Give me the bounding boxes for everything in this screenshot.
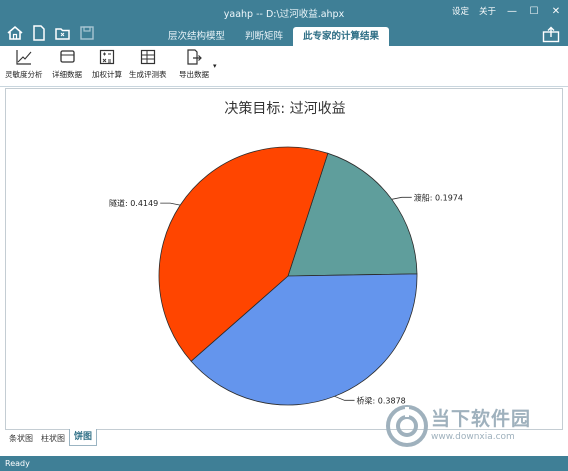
tab-column-chart[interactable]: 柱状图 <box>37 432 69 446</box>
pie-chart: 渡船: 0.1974桥梁: 0.3878隧道: 0.4149 <box>109 146 463 406</box>
watermark-logo-icon <box>386 405 428 447</box>
new-file-icon[interactable] <box>30 24 48 42</box>
quick-access-toolbar <box>6 24 96 42</box>
tab-judgment-matrix[interactable]: 判断矩阵 <box>235 27 293 46</box>
sensitivity-icon <box>15 48 33 66</box>
slice-label-2: 隧道: 0.4149 <box>109 198 158 208</box>
ribbon-toolbar: 灵敏度分析 详细数据 加权计算 生成评测表 导出数据 ▾ <box>0 46 568 87</box>
minimize-button[interactable]: — <box>506 5 518 17</box>
home-icon[interactable] <box>6 24 24 42</box>
share-icon[interactable] <box>542 26 560 43</box>
save-icon[interactable] <box>78 24 96 42</box>
slice-leader-line-2 <box>160 202 181 206</box>
slice-leader-line-0 <box>391 196 412 200</box>
evaluation-table-icon <box>139 48 157 66</box>
about-menu[interactable]: 关于 <box>479 5 496 17</box>
settings-menu[interactable]: 设定 <box>452 5 469 17</box>
export-data-label: 导出数据 <box>179 70 209 79</box>
watermark-url: www.downxia.com <box>431 432 515 442</box>
export-data-button[interactable]: 导出数据 <box>179 48 209 80</box>
tab-bar-chart[interactable]: 条状图 <box>5 432 37 446</box>
status-bar: Ready <box>0 456 568 471</box>
export-icon <box>185 48 203 66</box>
detail-data-label: 详细数据 <box>52 70 82 79</box>
export-dropdown-icon[interactable]: ▾ <box>213 62 217 70</box>
open-folder-icon[interactable] <box>54 24 72 42</box>
watermark: 当下软件园 www.downxia.com <box>383 402 565 450</box>
detail-data-icon <box>58 48 76 66</box>
tab-pie-chart[interactable]: 饼图 <box>69 429 98 446</box>
tab-expert-results[interactable]: 此专家的计算结果 <box>293 27 390 46</box>
main-tabs: 层次结构模型 判断矩阵 此专家的计算结果 <box>158 27 390 46</box>
window-controls: 设定 关于 — ☐ ✕ <box>452 5 562 18</box>
sensitivity-analysis-button[interactable]: 灵敏度分析 <box>5 48 43 80</box>
weighted-calc-icon <box>98 48 116 66</box>
chart-panel: 决策目标: 过河收益 渡船: 0.1974 桥梁: 0.3878 隧道: 0.414… <box>5 88 563 430</box>
close-button[interactable]: ✕ <box>550 5 562 17</box>
tab-hierarchy-model[interactable]: 层次结构模型 <box>158 27 235 46</box>
detail-data-button[interactable]: 详细数据 <box>52 48 82 80</box>
sensitivity-label: 灵敏度分析 <box>5 70 43 79</box>
watermark-text: 当下软件园 <box>431 408 532 430</box>
chart-type-tabs: 条状图 柱状图 饼图 <box>5 429 98 446</box>
generate-evaluation-label: 生成评测表 <box>129 70 167 79</box>
slice-label-0: 渡船: 0.1974 <box>414 192 463 202</box>
weighted-calc-label: 加权计算 <box>92 70 122 79</box>
weighted-calc-button[interactable]: 加权计算 <box>92 48 122 80</box>
maximize-button[interactable]: ☐ <box>528 5 540 17</box>
generate-evaluation-button[interactable]: 生成评测表 <box>129 48 167 80</box>
slice-leader-line-1 <box>334 395 355 401</box>
title-bar: yaahp -- D:\过河收益.ahpx 设定 关于 — ☐ ✕ 层次结构模型… <box>0 0 568 46</box>
